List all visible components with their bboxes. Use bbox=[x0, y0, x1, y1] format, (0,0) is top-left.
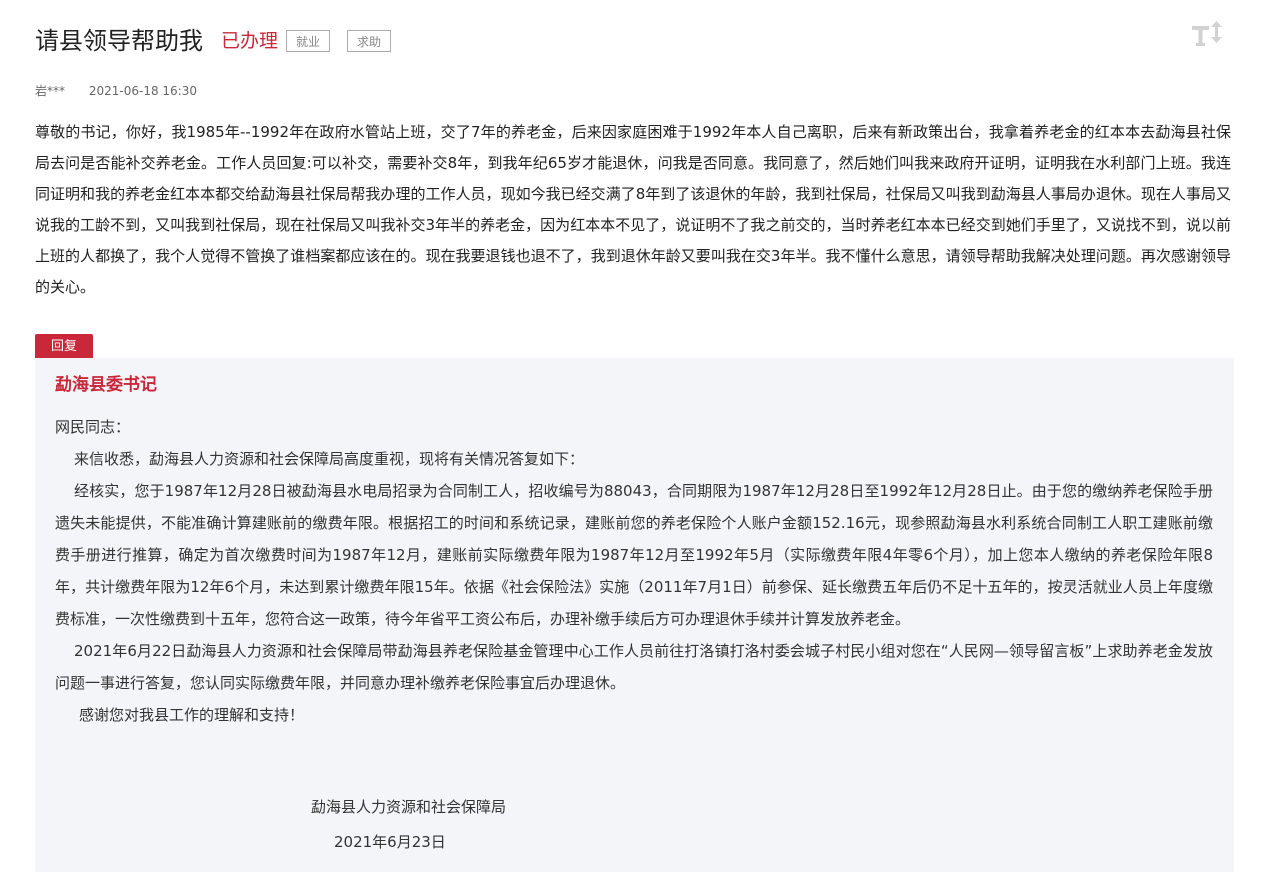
reply-paragraph: 经核实，您于1987年12月28日被勐海县水电局招录为合同制工人，招收编号为88… bbox=[55, 482, 1213, 628]
reply-thanks: 感谢您对我县工作的理解和支持！ bbox=[79, 706, 305, 724]
text-size-icon[interactable] bbox=[1191, 20, 1225, 50]
page-title: 请县领导帮助我 bbox=[35, 27, 203, 55]
author-name: 岩*** bbox=[35, 84, 66, 98]
signature-org: 勐海县人力资源和社会保障局 bbox=[311, 798, 507, 816]
reply-paragraph: 来信收悉，勐海县人力资源和社会保障局高度重视，现将有关情况答复如下： bbox=[74, 450, 585, 468]
tag-help[interactable]: 求助 bbox=[347, 30, 392, 52]
reply-panel: 勐海县委书记 网民同志： 来信收悉，勐海县人力资源和社会保障局高度重视，现将有关… bbox=[35, 358, 1234, 872]
status-label: 已办理 bbox=[221, 30, 279, 52]
title-row: 请县领导帮助我 已办理 就业 求助 bbox=[35, 26, 392, 56]
reply-paragraph: 2021年6月22日勐海县人力资源和社会保障局带勐海县养老保险基金管理中心工作人… bbox=[55, 642, 1213, 692]
message-detail-page: 请县领导帮助我 已办理 就业 求助 岩*** 2021-06-18 16:30 … bbox=[0, 0, 1265, 872]
reply-badge: 回复 bbox=[35, 334, 93, 359]
reply-author: 勐海县委书记 bbox=[55, 375, 157, 395]
post-date: 2021-06-18 16:30 bbox=[88, 84, 197, 98]
signature-date: 2021年6月23日 bbox=[334, 833, 446, 851]
message-body: 尊敬的书记，你好，我1985年--1992年在政府水管站上班，交了7年的养老金，… bbox=[35, 123, 1231, 296]
reply-greeting: 网民同志： bbox=[55, 418, 131, 436]
reply-body: 网民同志： 来信收悉，勐海县人力资源和社会保障局高度重视，现将有关情况答复如下：… bbox=[55, 411, 1213, 731]
tag-employment[interactable]: 就业 bbox=[286, 30, 331, 52]
meta-row: 岩*** 2021-06-18 16:30 bbox=[35, 82, 197, 99]
